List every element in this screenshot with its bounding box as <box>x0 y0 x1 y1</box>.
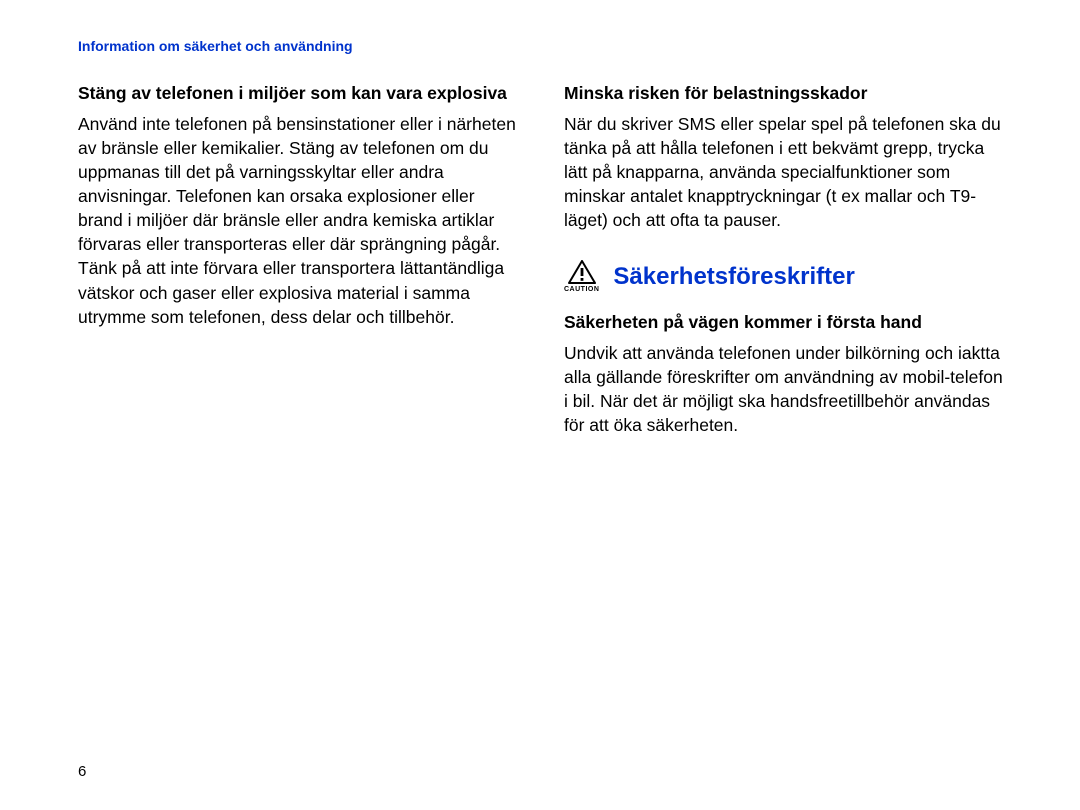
paragraph-road-safety: Undvik att använda telefonen under bilkö… <box>564 341 1010 438</box>
subheading-strain: Minska risken för belastningsskador <box>564 82 1010 106</box>
two-column-layout: Stäng av telefonen i miljöer som kan var… <box>78 82 1010 456</box>
caution-icon: CAUTION <box>564 260 599 293</box>
section-heading-safety: CAUTION Säkerhetsföreskrifter <box>564 260 1010 293</box>
paragraph-explosive-env: Använd inte telefonen på bensinstationer… <box>78 112 524 329</box>
right-column: Minska risken för belastningsskador När … <box>564 82 1010 456</box>
section-title-safety: Säkerhetsföreskrifter <box>613 263 854 291</box>
running-header: Information om säkerhet och användning <box>78 38 1010 54</box>
left-column: Stäng av telefonen i miljöer som kan var… <box>78 82 524 456</box>
caution-label: CAUTION <box>564 286 599 293</box>
subheading-explosive-env: Stäng av telefonen i miljöer som kan var… <box>78 82 524 106</box>
paragraph-strain: När du skriver SMS eller spelar spel på … <box>564 112 1010 233</box>
manual-page: Information om säkerhet och användning S… <box>0 0 1080 810</box>
subheading-road-safety: Säkerheten på vägen kommer i första hand <box>564 311 1010 335</box>
page-number: 6 <box>78 763 86 780</box>
